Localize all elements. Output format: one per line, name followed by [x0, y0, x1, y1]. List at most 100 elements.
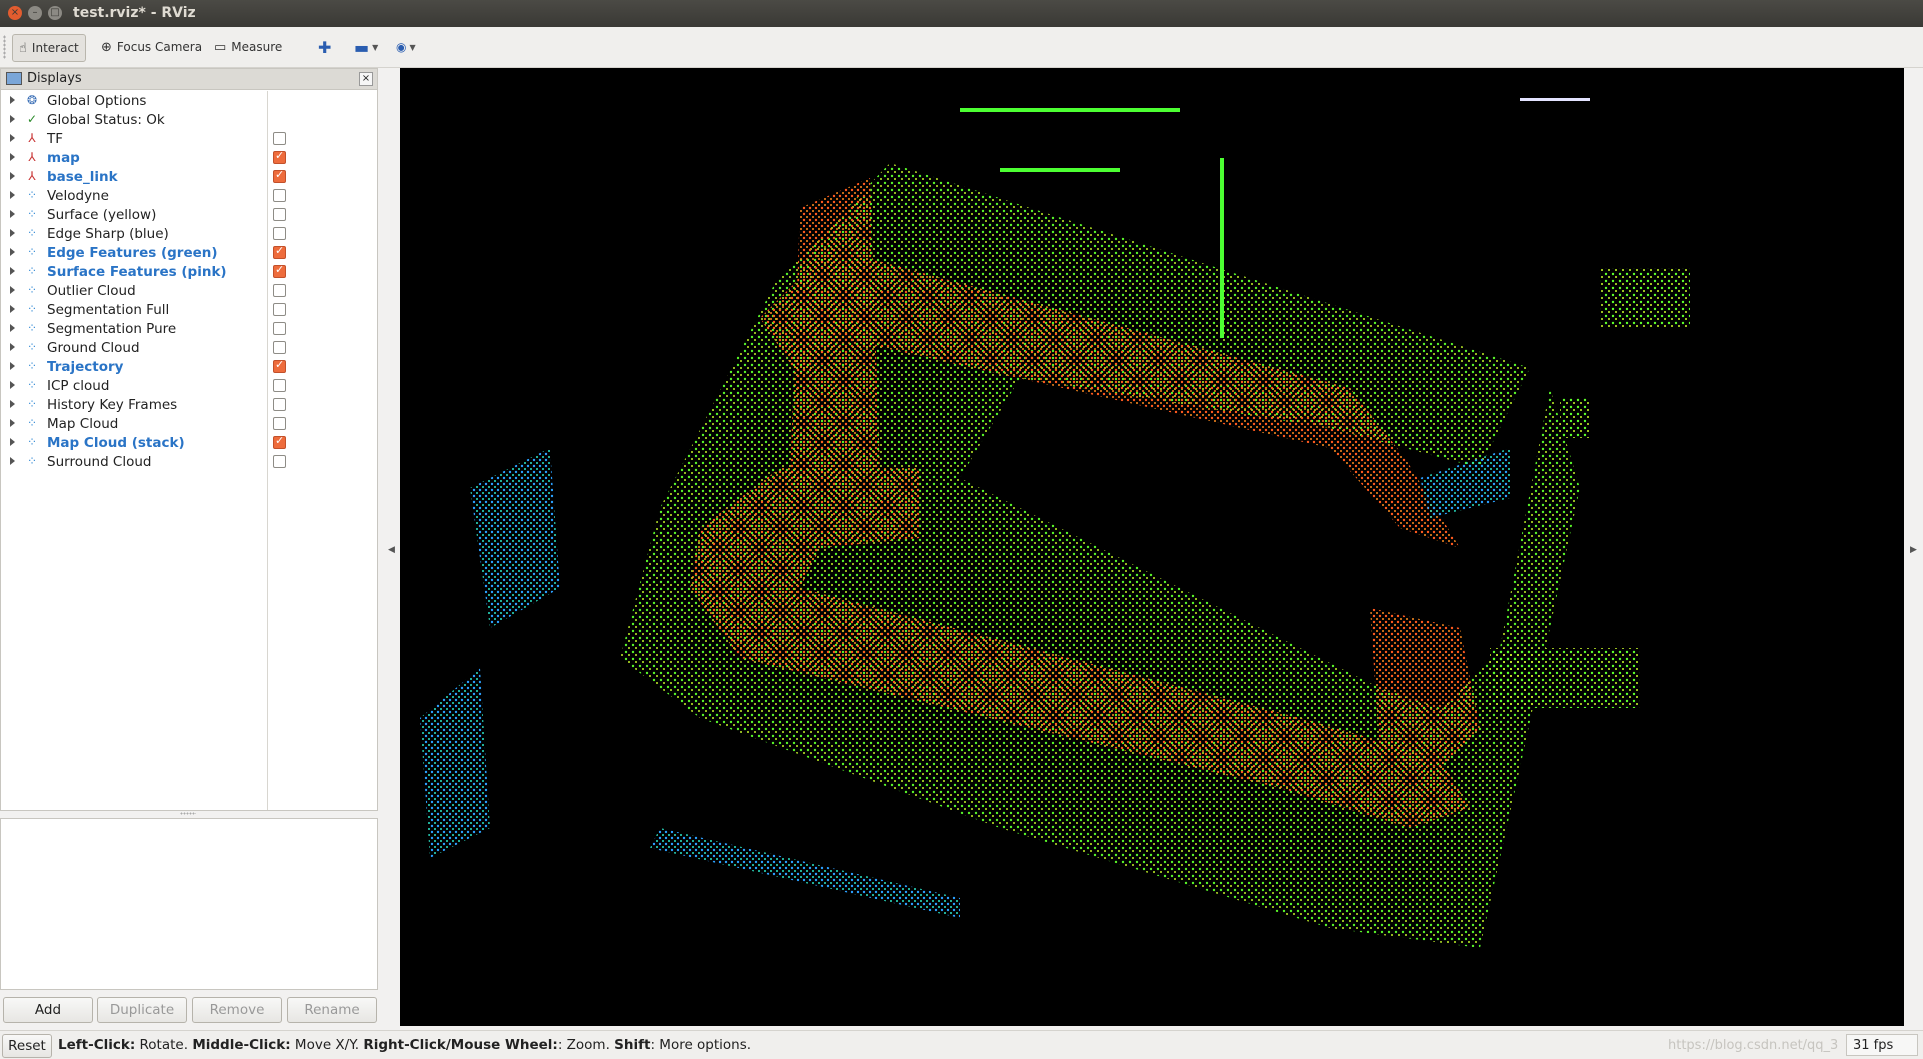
view-tool-button[interactable]: ◉ ▼: [390, 34, 422, 60]
display-item-label: Surface Features (pink): [47, 264, 227, 280]
display-item-label: Global Options: [47, 93, 147, 109]
toolbar-grip[interactable]: [3, 35, 6, 59]
shift-key: Shift: [614, 1037, 651, 1053]
expand-arrow-icon[interactable]: [10, 267, 15, 275]
pointcloud-icon: ⁘: [26, 397, 38, 411]
display-enable-checkbox[interactable]: [273, 434, 286, 449]
focus-camera-label: Focus Camera: [116, 40, 203, 54]
expand-arrow-icon[interactable]: [10, 305, 15, 313]
monitor-icon: [6, 72, 22, 85]
add-display-button[interactable]: Add: [3, 997, 93, 1023]
displays-panel-title: Displays: [27, 71, 82, 86]
display-enable-checkbox[interactable]: [273, 263, 286, 278]
display-item-label: Edge Sharp (blue): [47, 226, 169, 242]
expand-arrow-icon[interactable]: [10, 362, 15, 370]
add-tool-button[interactable]: ✚: [312, 34, 337, 60]
display-item[interactable]: ❂ Global Options: [1, 91, 377, 110]
panel-close-button[interactable]: ×: [359, 72, 373, 86]
duplicate-display-button[interactable]: Duplicate: [97, 997, 187, 1023]
display-enable-checkbox[interactable]: [273, 379, 286, 392]
panel-splitter[interactable]: [180, 812, 196, 815]
focus-camera-tool-button[interactable]: ⊕ Focus Camera: [95, 34, 208, 60]
display-enable-checkbox[interactable]: [273, 303, 286, 316]
display-item[interactable]: ⁘ Surface (yellow): [1, 205, 377, 224]
display-enable-checkbox[interactable]: [273, 341, 286, 354]
rename-display-button[interactable]: Rename: [287, 997, 377, 1023]
display-item[interactable]: ⁘ Segmentation Full: [1, 300, 377, 319]
axes-icon: ⅄: [28, 150, 36, 164]
display-item[interactable]: ⁘ Edge Features (green): [1, 243, 377, 262]
display-item[interactable]: ⁘ Trajectory: [1, 357, 377, 376]
display-item[interactable]: ⁘ Outlier Cloud: [1, 281, 377, 300]
display-enable-checkbox[interactable]: [273, 149, 286, 164]
display-item[interactable]: ⁘ Surface Features (pink): [1, 262, 377, 281]
display-enable-checkbox[interactable]: [273, 227, 286, 240]
display-item-label: Map Cloud: [47, 416, 119, 432]
display-enable-checkbox[interactable]: [273, 455, 286, 468]
display-item[interactable]: ⅄ TF: [1, 129, 377, 148]
expand-arrow-icon[interactable]: [10, 172, 15, 180]
display-item[interactable]: ⁘ Ground Cloud: [1, 338, 377, 357]
interact-tool-button[interactable]: ☝ Interact: [12, 34, 86, 62]
eye-icon: ◉: [396, 40, 407, 54]
display-item-label: base_link: [47, 169, 118, 185]
toolbar: ☝ Interact ⊕ Focus Camera ▭ Measure ✚ ▬ ▼…: [0, 27, 1923, 68]
display-item[interactable]: ⁘ Edge Sharp (blue): [1, 224, 377, 243]
display-item[interactable]: ⁘ Segmentation Pure: [1, 319, 377, 338]
expand-arrow-icon[interactable]: [10, 248, 15, 256]
display-item[interactable]: ⁘ Map Cloud (stack): [1, 433, 377, 452]
status-help-text: Left-Click: Rotate. Middle-Click: Move X…: [58, 1037, 751, 1053]
display-item[interactable]: ⁘ Velodyne: [1, 186, 377, 205]
measure-tool-button[interactable]: ▭ Measure: [208, 34, 288, 60]
expand-arrow-icon[interactable]: [10, 400, 15, 408]
expand-arrow-icon[interactable]: [10, 210, 15, 218]
display-enable-checkbox[interactable]: [273, 189, 286, 202]
display-enable-checkbox[interactable]: [273, 322, 286, 335]
display-enable-checkbox[interactable]: [273, 398, 286, 411]
display-item[interactable]: ✓ Global Status: Ok: [1, 110, 377, 129]
display-enable-checkbox[interactable]: [273, 244, 286, 259]
display-enable-checkbox[interactable]: [273, 417, 286, 430]
display-enable-checkbox[interactable]: [273, 132, 286, 145]
expand-arrow-icon[interactable]: [10, 115, 15, 123]
display-enable-checkbox[interactable]: [273, 168, 286, 183]
pointcloud-icon: ⁘: [26, 245, 38, 259]
display-item[interactable]: ⅄ map: [1, 148, 377, 167]
display-enable-checkbox[interactable]: [273, 284, 286, 297]
display-item[interactable]: ⁘ ICP cloud: [1, 376, 377, 395]
display-item[interactable]: ⅄ base_link: [1, 167, 377, 186]
display-enable-checkbox[interactable]: [273, 208, 286, 221]
expand-arrow-icon[interactable]: [10, 191, 15, 199]
expand-arrow-icon[interactable]: [10, 134, 15, 142]
expand-arrow-icon[interactable]: [10, 438, 15, 446]
expand-arrow-icon[interactable]: [10, 153, 15, 161]
remove-tool-button[interactable]: ▬ ▼: [348, 34, 384, 60]
window-minimize-button[interactable]: –: [28, 6, 42, 20]
middle-click-desc: Move X/Y.: [290, 1037, 364, 1053]
expand-arrow-icon[interactable]: [10, 286, 15, 294]
display-item[interactable]: ⁘ Map Cloud: [1, 414, 377, 433]
expand-arrow-icon[interactable]: [10, 457, 15, 465]
expand-arrow-icon[interactable]: [10, 96, 15, 104]
remove-display-button[interactable]: Remove: [192, 997, 282, 1023]
window-maximize-button[interactable]: □: [48, 6, 62, 20]
pointcloud-icon: ⁘: [26, 321, 38, 335]
3d-viewport[interactable]: [400, 68, 1904, 1026]
expand-arrow-icon[interactable]: [10, 229, 15, 237]
display-item-label: Map Cloud (stack): [47, 435, 185, 451]
display-item[interactable]: ⁘ Surround Cloud: [1, 452, 377, 471]
display-item[interactable]: ⁘ History Key Frames: [1, 395, 377, 414]
reset-button[interactable]: Reset: [2, 1034, 52, 1058]
displays-tree: ❂ Global Options ✓ Global Status: Ok ⅄ TF ⅄ map…: [1, 91, 377, 471]
point-cloud-render: [420, 98, 1690, 948]
expand-arrow-icon[interactable]: [10, 419, 15, 427]
display-enable-checkbox[interactable]: [273, 358, 286, 373]
collapse-left-arrow-icon[interactable]: ◀: [388, 545, 395, 555]
collapse-right-arrow-icon[interactable]: ▶: [1910, 545, 1917, 555]
expand-arrow-icon[interactable]: [10, 343, 15, 351]
expand-arrow-icon[interactable]: [10, 381, 15, 389]
display-item-label: map: [47, 150, 80, 166]
crosshair-icon: ⊕: [101, 39, 112, 55]
expand-arrow-icon[interactable]: [10, 324, 15, 332]
window-close-button[interactable]: ×: [8, 6, 22, 20]
